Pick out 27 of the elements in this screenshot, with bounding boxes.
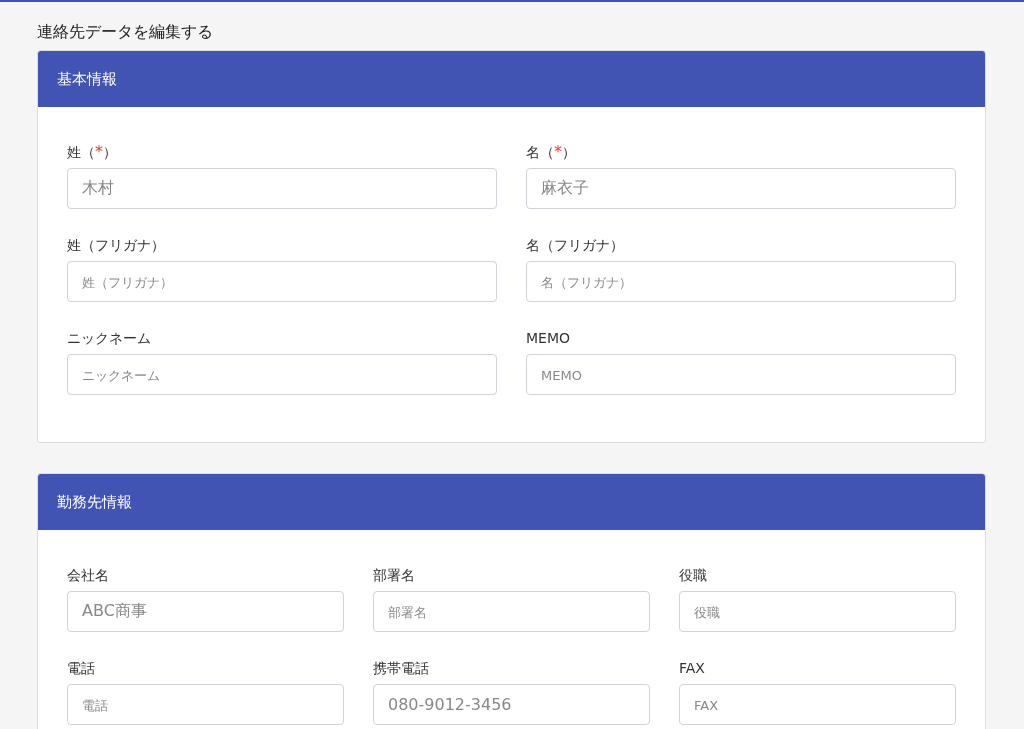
field-label: FAX	[679, 659, 705, 678]
text-field[interactable]: 麻衣子	[526, 168, 956, 209]
field-label: 部署名	[373, 566, 415, 585]
field-label: 名（フリガナ）	[526, 236, 624, 255]
field-label: ニックネーム	[67, 329, 151, 348]
text-field[interactable]: 080-9012-3456	[373, 684, 650, 725]
text-field[interactable]: 木村	[67, 168, 497, 209]
field-label: 役職	[679, 566, 707, 585]
card-header: 勤務先情報	[38, 474, 985, 530]
page-title: 連絡先データを編集する	[37, 21, 214, 43]
text-field[interactable]: FAX	[679, 684, 956, 725]
text-field[interactable]: 名（フリガナ）	[526, 261, 956, 302]
text-field[interactable]: ABC商事	[67, 591, 344, 632]
text-field[interactable]: 電話	[67, 684, 344, 725]
field-label: 電話	[67, 659, 95, 678]
field-label: 携帯電話	[373, 659, 429, 678]
field-label: MEMO	[526, 329, 571, 348]
text-field[interactable]: MEMO	[526, 354, 956, 395]
text-field[interactable]: 姓（フリガナ）	[67, 261, 497, 302]
field-label: 会社名	[67, 566, 109, 585]
field-label: 姓（*）	[67, 142, 117, 162]
field-label: 姓（フリガナ）	[67, 236, 165, 255]
text-field[interactable]: ニックネーム	[67, 354, 497, 395]
text-field[interactable]: 役職	[679, 591, 956, 632]
field-label: 名（*）	[526, 142, 576, 162]
card-header: 基本情報	[38, 51, 985, 107]
text-field[interactable]: 部署名	[373, 591, 650, 632]
